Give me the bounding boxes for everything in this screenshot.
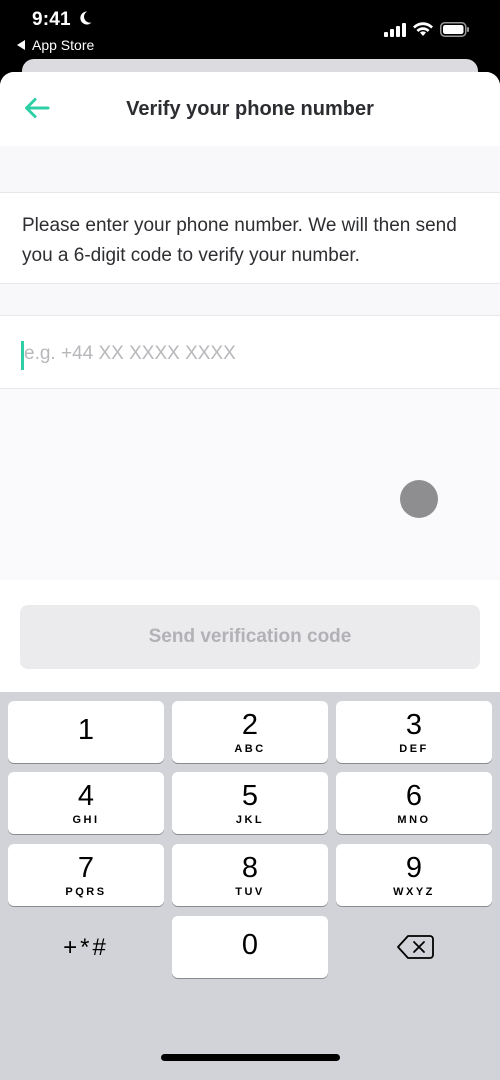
backspace-icon [397, 935, 434, 959]
description-block: Please enter your phone number. We will … [0, 192, 500, 284]
key-6[interactable]: 6 MNO [336, 772, 492, 834]
key-letters: WXYZ [393, 886, 435, 898]
page-title: Verify your phone number [126, 98, 374, 120]
key-letters: MNO [397, 814, 431, 826]
key-letters: GHI [72, 814, 100, 826]
key-letters: ABC [234, 743, 266, 755]
key-digit: 4 [77, 780, 95, 812]
key-digit: 3 [405, 709, 423, 741]
delete-key[interactable] [336, 918, 492, 978]
key-letters: TUV [235, 886, 265, 898]
section-spacer [0, 284, 500, 315]
key-0[interactable]: 0 [172, 916, 328, 978]
key-1[interactable]: 1 [8, 701, 164, 763]
status-time: 9:41 [32, 9, 71, 30]
key-5[interactable]: 5 JKL [172, 772, 328, 834]
back-triangle-icon [17, 40, 25, 50]
nav-bar: Verify your phone number [0, 72, 500, 146]
home-indicator[interactable] [161, 1054, 340, 1061]
phone-input-row [0, 315, 500, 389]
key-9[interactable]: 9 WXYZ [336, 844, 492, 906]
back-app-label: App Store [32, 37, 95, 53]
cellular-signal-icon [384, 22, 406, 37]
send-verification-code-button[interactable]: Send verification code [20, 605, 480, 669]
key-digit: 6 [405, 780, 423, 812]
key-3[interactable]: 3 DEF [336, 701, 492, 763]
key-digit: 2 [241, 709, 259, 741]
key-letters: JKL [235, 814, 265, 826]
wifi-icon [413, 22, 433, 36]
system-icons [384, 22, 470, 37]
key-4[interactable]: 4 GHI [8, 772, 164, 834]
status-bar: 9:41 App Store [0, 0, 500, 60]
section-spacer [0, 146, 500, 192]
phone-screen: 9:41 App Store Verify your phone number … [0, 0, 500, 1080]
numeric-keypad: 1 2 ABC 3 DEF 4 GHI 5 JKL 6 MNO 7 PQRS 8… [0, 692, 500, 1080]
symbols-key[interactable]: +*# [8, 918, 164, 978]
key-letters: PQRS [65, 886, 107, 898]
key-digit: 8 [241, 852, 259, 884]
key-digit: 7 [77, 852, 95, 884]
key-7[interactable]: 7 PQRS [8, 844, 164, 906]
description-text: Please enter your phone number. We will … [22, 215, 457, 266]
key-2[interactable]: 2 ABC [172, 701, 328, 763]
key-8[interactable]: 8 TUV [172, 844, 328, 906]
key-digit: 5 [241, 780, 259, 812]
phone-number-input[interactable] [24, 334, 474, 374]
back-to-app-store[interactable]: App Store [17, 37, 94, 53]
key-letters: DEF [399, 743, 429, 755]
key-digit: 9 [405, 852, 423, 884]
footer: Send verification code [0, 580, 500, 700]
battery-icon [440, 22, 469, 37]
key-digit: 0 [241, 929, 259, 961]
touch-indicator [400, 480, 438, 518]
key-digit: 1 [77, 714, 95, 746]
moon-icon [80, 11, 92, 25]
